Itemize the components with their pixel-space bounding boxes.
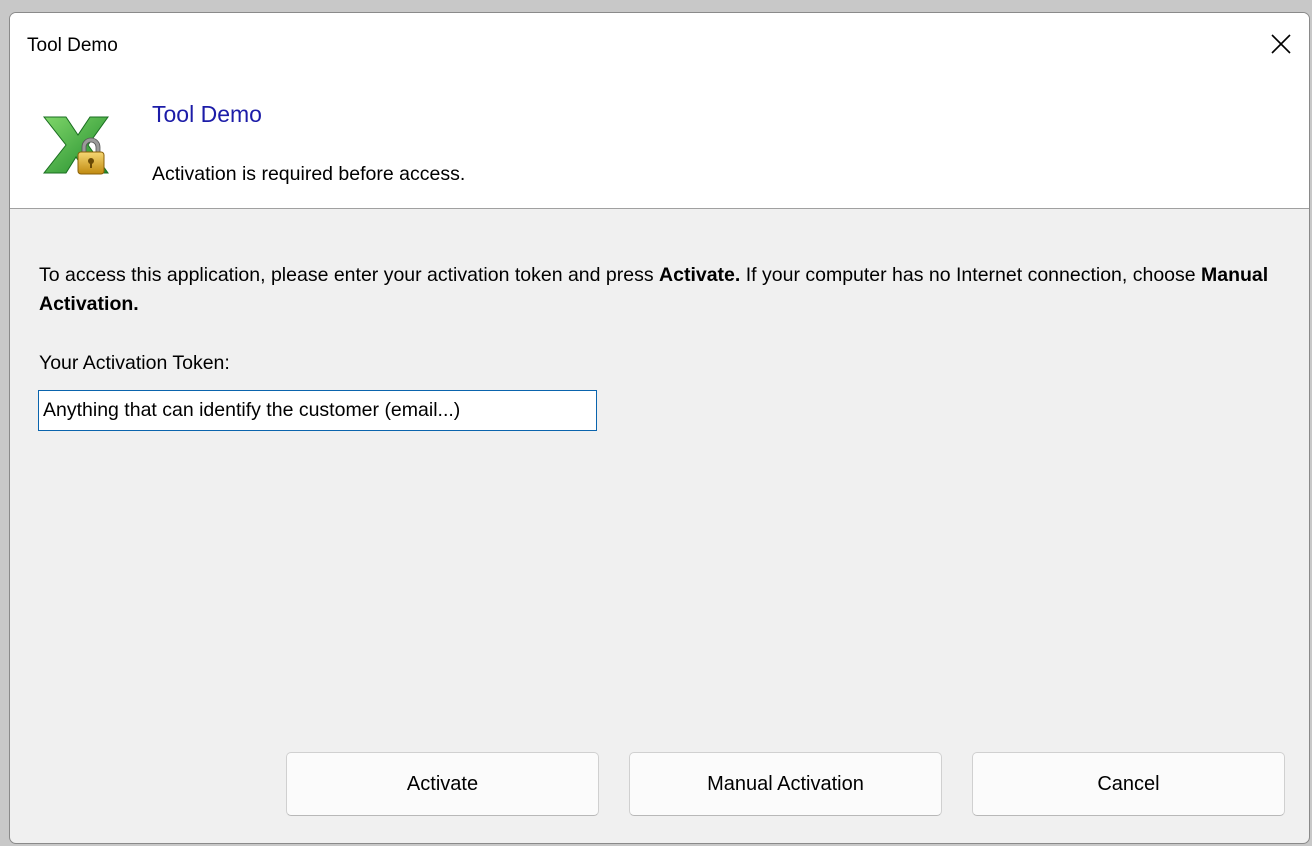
header-title: Tool Demo: [152, 101, 262, 127]
activation-dialog: Tool Demo Tool Demo Activation is requir…: [9, 12, 1310, 844]
instructions-part-2: If your computer has no Internet connect…: [740, 264, 1202, 286]
manual-activation-button[interactable]: Manual Activation: [629, 752, 942, 816]
excel-lock-icon: [42, 116, 109, 175]
instructions-activate-emphasis: Activate.: [659, 264, 741, 286]
instructions-text: To access this application, please enter…: [39, 261, 1279, 319]
title-bar: Tool Demo: [10, 13, 1309, 75]
window-title: Tool Demo: [27, 35, 118, 56]
activation-token-input[interactable]: [38, 390, 597, 431]
close-icon: [1271, 34, 1291, 54]
token-label: Your Activation Token:: [39, 352, 230, 374]
dialog-header: Tool Demo Activation is required before …: [10, 75, 1309, 209]
cancel-button[interactable]: Cancel: [972, 752, 1285, 816]
instructions-part-1: To access this application, please enter…: [39, 264, 660, 286]
header-subtitle: Activation is required before access.: [152, 163, 466, 185]
activate-button[interactable]: Activate: [286, 752, 599, 816]
close-button[interactable]: [1253, 13, 1309, 75]
